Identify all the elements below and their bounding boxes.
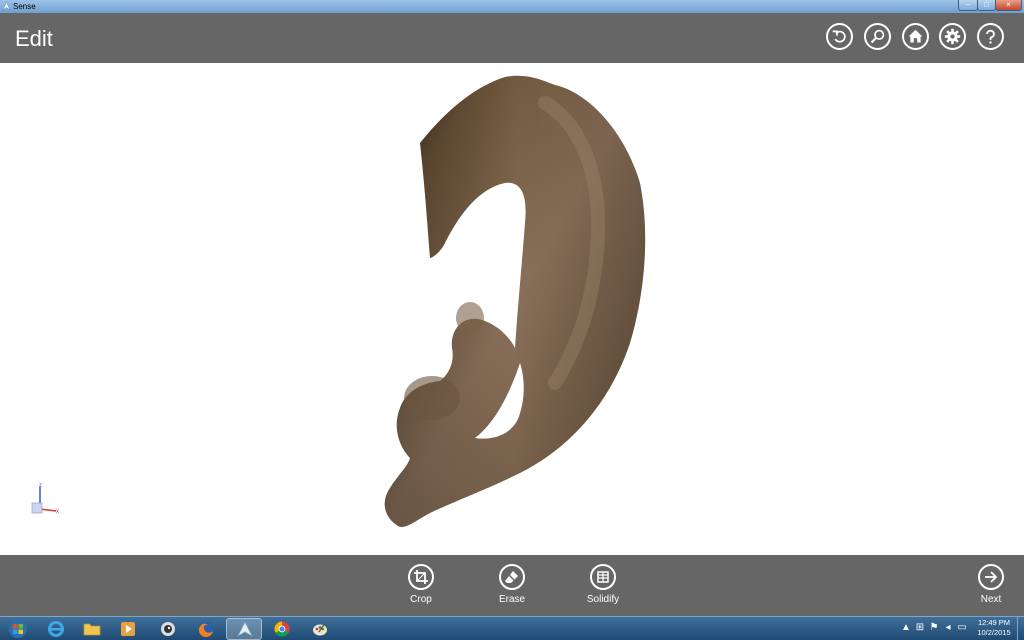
windows-taskbar: ▲ ⊞ ⚑ ◂ ▭ 12:49 PM 10/2/2015	[0, 616, 1024, 640]
erase-label: Erase	[498, 594, 526, 605]
app-header: Edit	[0, 13, 1024, 63]
undo-icon	[832, 30, 846, 43]
maximize-button[interactable]: □	[977, 0, 996, 11]
crop-icon	[414, 570, 428, 584]
clock-time: 12:49 PM	[977, 618, 1011, 627]
close-button[interactable]: ×	[995, 0, 1022, 11]
tray-network-icon[interactable]: ▭	[956, 621, 968, 635]
crop-ring	[408, 564, 434, 590]
ie-icon	[48, 621, 64, 637]
help-button[interactable]	[977, 23, 1004, 50]
eraser-icon	[505, 571, 518, 583]
media-player-icon	[121, 622, 135, 636]
taskbar-clock[interactable]: 12:49 PM 10/2/2015	[972, 618, 1016, 638]
arrow-right-icon	[985, 571, 998, 583]
crop-label: Crop	[410, 594, 432, 605]
next-label: Next	[980, 594, 1002, 605]
taskbar-internet-explorer[interactable]	[38, 618, 74, 640]
sense-app-icon	[2, 2, 11, 11]
settings-button[interactable]	[939, 23, 966, 50]
minimize-button[interactable]: –	[958, 0, 978, 11]
taskbar-file-explorer[interactable]	[74, 618, 110, 640]
taskbar-media-player[interactable]	[110, 618, 146, 640]
sense-icon	[237, 621, 253, 638]
windows-logo-icon	[9, 620, 27, 638]
home-button[interactable]	[902, 23, 929, 50]
folder-icon	[83, 623, 101, 636]
taskbar-sense[interactable]	[226, 618, 262, 640]
crop-button[interactable]: Crop	[391, 564, 451, 612]
undo-button[interactable]	[826, 23, 853, 50]
axis-x-label: x	[56, 509, 59, 515]
taskbar-app-eye[interactable]	[150, 618, 186, 640]
solidify-ring	[590, 564, 616, 590]
ear-scan-model[interactable]	[0, 63, 1024, 555]
firefox-icon	[198, 621, 214, 638]
tray-volume-icon[interactable]: ◂	[942, 621, 954, 635]
home-icon	[908, 29, 923, 43]
tray-expand-icon[interactable]: ▲	[900, 621, 912, 635]
taskbar-chrome[interactable]	[264, 618, 300, 640]
erase-ring	[499, 564, 525, 590]
bottom-toolbar: Crop Erase Solidify Next	[0, 555, 1024, 616]
window-title: Sense	[13, 2, 36, 11]
window-title-bar: Sense – □ ×	[0, 0, 1024, 13]
axis-z-label: z	[39, 483, 42, 489]
solidify-button[interactable]: Solidify	[573, 564, 633, 612]
solidify-label: Solidify	[586, 594, 620, 605]
start-button[interactable]	[0, 618, 34, 640]
next-ring	[978, 564, 1004, 590]
zoom-button[interactable]	[864, 23, 891, 50]
eye-icon	[161, 622, 175, 636]
3d-viewport[interactable]: z x	[0, 63, 1024, 555]
erase-button[interactable]: Erase	[482, 564, 542, 612]
show-desktop-button[interactable]	[1017, 617, 1024, 640]
tray-windows-icon[interactable]: ⊞	[914, 621, 926, 635]
taskbar-firefox[interactable]	[188, 618, 224, 640]
gear-icon	[944, 28, 961, 45]
tray-flag-icon[interactable]: ⚑	[928, 621, 940, 635]
axis-gizmo: z x	[31, 483, 59, 515]
zoom-icon	[870, 29, 885, 44]
help-icon	[986, 29, 995, 44]
chrome-icon	[274, 621, 290, 637]
page-title: Edit	[15, 26, 53, 51]
taskbar-paint[interactable]	[302, 618, 338, 640]
paint-icon	[313, 622, 327, 636]
solidify-icon	[597, 571, 609, 583]
next-button[interactable]: Next	[961, 564, 1021, 612]
clock-date: 10/2/2015	[977, 628, 1011, 637]
